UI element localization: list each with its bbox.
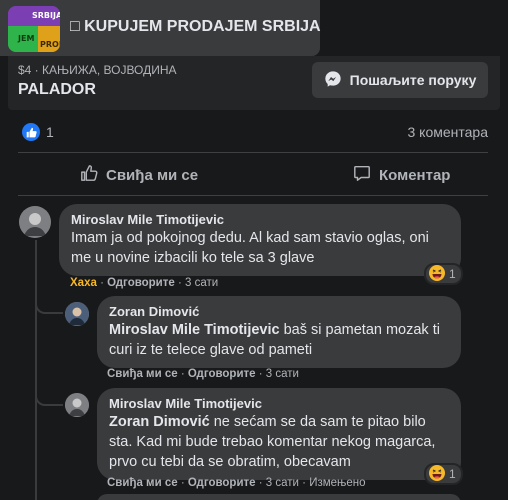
messenger-icon (324, 70, 342, 91)
like-link[interactable]: Свиђа ми се (107, 368, 178, 380)
thumb-text-srbija: SRBIJA (32, 11, 60, 20)
mention-link[interactable]: Zoran Dimović (109, 414, 210, 430)
comment-count[interactable]: 3 коментара (408, 124, 489, 140)
comment-meta: Хаха · Одговорите · 3 сати (70, 277, 218, 289)
reply-connector (35, 300, 63, 314)
comment-bubble-partial (97, 494, 461, 500)
avatar[interactable] (65, 302, 89, 326)
comment-button-label: Коментар (379, 166, 451, 184)
reply-connector (35, 392, 63, 406)
post-stats: 1 3 коментара (22, 122, 488, 144)
comment-meta: Свиђа ми се · Одговорите · 3 сати (107, 368, 299, 380)
reaction-count: 1 (449, 267, 456, 281)
listing-meta: $4 · КАЊИЖА, ВОЈВОДИНА (18, 63, 177, 77)
like-button[interactable]: Свиђа ми се (80, 160, 198, 190)
comment-text: Miroslav Mile Timotijevic baš si pametan… (109, 320, 449, 360)
listing-title[interactable]: PALADOR (18, 81, 96, 99)
reaction-summary[interactable]: 1 (424, 463, 463, 485)
avatar[interactable] (19, 206, 51, 238)
comment-timestamp[interactable]: 3 сати (266, 477, 299, 489)
edited-label[interactable]: Измењено (309, 477, 365, 489)
mention-link[interactable]: Miroslav Mile Timotijevic (109, 322, 280, 338)
reaction-count: 1 (449, 467, 456, 481)
comment-text: Zoran Dimović ne sećam se da sam te pita… (109, 412, 449, 472)
divider (18, 195, 488, 196)
like-button-label: Свиђа ми се (106, 166, 199, 184)
separator-dot: · (180, 368, 188, 380)
comment-author[interactable]: Miroslav Mile Timotijevic (109, 395, 449, 412)
comment-author[interactable]: Zoran Dimović (109, 303, 449, 320)
separator-dot: · (177, 277, 186, 289)
comment-meta: Свиђа ми се · Одговорите · 3 сати · Изме… (107, 477, 366, 489)
comment-text: Imam ja od pokojnog dedu. Al kad sam sta… (71, 230, 429, 266)
comment-timestamp[interactable]: 3 сати (185, 277, 218, 289)
thumb-text-jem: JEM (18, 34, 35, 43)
avatar[interactable] (65, 393, 89, 417)
send-message-label: Пошаљите поруку (349, 72, 477, 88)
reaction-summary[interactable]: 1 (424, 263, 463, 285)
divider (18, 152, 488, 153)
group-header[interactable]: SRBIJA JEM PROD □ KUPUJEM PRODAJEM SRBIJ… (0, 0, 321, 56)
comment-bubble: Miroslav Mile Timotijevic Zoran Dimović … (97, 388, 461, 480)
send-message-button[interactable]: Пошаљите поруку (312, 62, 488, 98)
like-count[interactable]: 1 (46, 124, 54, 140)
comment-bubble-icon (353, 164, 371, 186)
reply-link[interactable]: Одговорите (188, 368, 256, 380)
haha-reaction-link[interactable]: Хаха (70, 277, 97, 289)
comment-author[interactable]: Miroslav Mile Timotijevic (71, 211, 449, 228)
thumb-text-prod: PROD (40, 40, 60, 49)
haha-emoji-icon (429, 264, 445, 284)
listing-bar: $4 · КАЊИЖА, ВОЈВОДИНА PALADOR Пошаљите … (8, 56, 500, 110)
reply-link[interactable]: Одговорите (107, 277, 175, 289)
comment-bubble: Zoran Dimović Miroslav Mile Timotijevic … (97, 296, 461, 368)
comment-button[interactable]: Коментар (353, 160, 450, 190)
thumbs-up-icon (80, 164, 98, 186)
like-link[interactable]: Свиђа ми се (107, 477, 178, 489)
separator-dot: · (258, 368, 266, 380)
thread-line (35, 240, 37, 500)
comment-bubble: Miroslav Mile Timotijevic Imam ja od pok… (59, 204, 461, 276)
group-thumbnail[interactable]: SRBIJA JEM PROD (8, 6, 60, 52)
comment-timestamp[interactable]: 3 сати (266, 368, 299, 380)
group-name[interactable]: □ KUPUJEM PRODAJEM SRBIJA (70, 18, 321, 36)
reply-link[interactable]: Одговорите (188, 477, 256, 489)
separator-dot: · (180, 477, 188, 489)
like-reaction-icon[interactable] (22, 123, 40, 141)
haha-emoji-icon (429, 464, 445, 484)
separator-dot: · (258, 477, 266, 489)
